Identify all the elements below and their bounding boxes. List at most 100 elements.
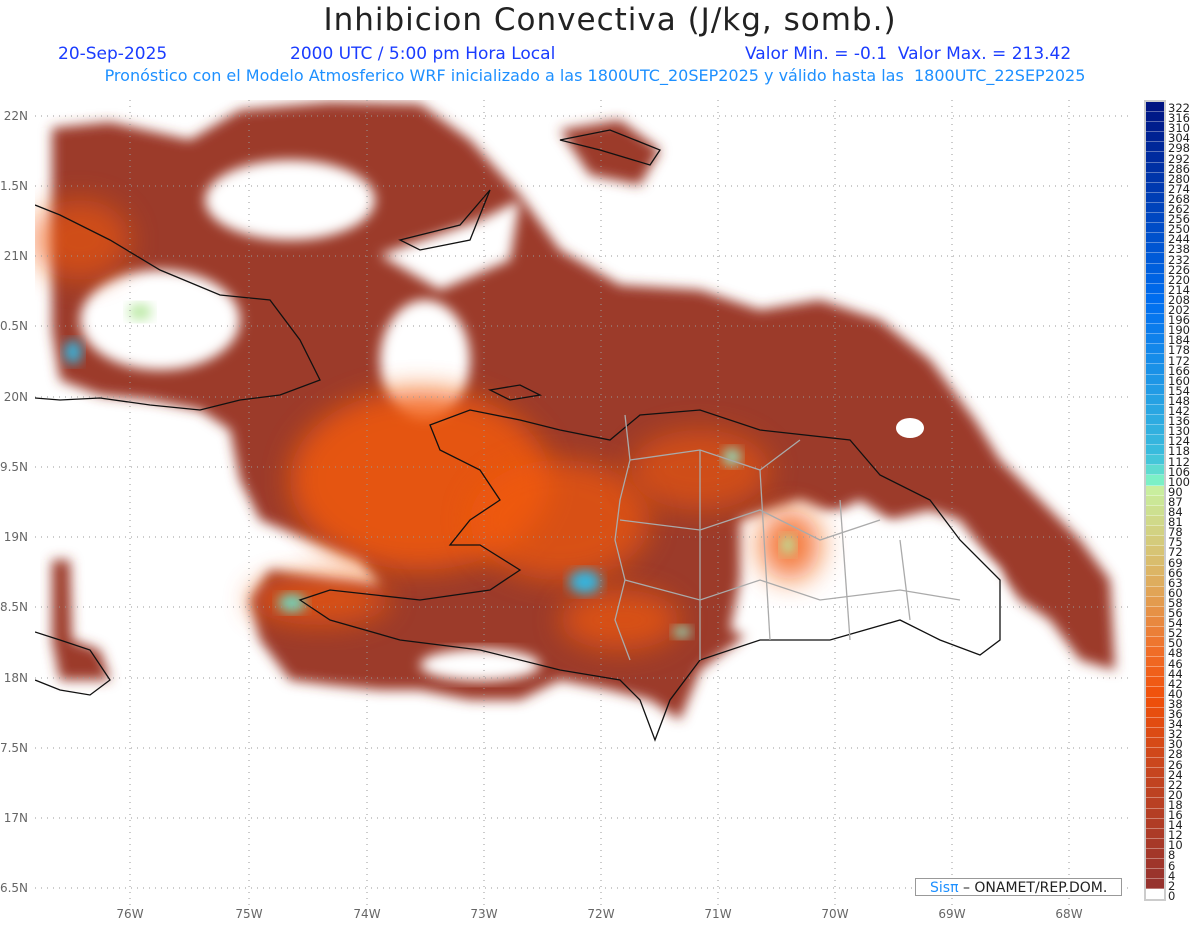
colorbar-bin	[1146, 727, 1164, 738]
colorbar-bin	[1146, 425, 1164, 436]
colorbar-bin	[1146, 313, 1164, 325]
colorbar-bin	[1146, 566, 1164, 577]
colorbar-bin	[1146, 475, 1164, 486]
lat-label: 21N	[4, 249, 28, 263]
cin-field	[35, 102, 1115, 720]
colorbar-bin	[1146, 768, 1164, 779]
colorbar-bin	[1146, 112, 1164, 123]
colorbar-bin	[1146, 455, 1164, 466]
lat-label: 7.5N	[0, 741, 28, 755]
colorbar-bin	[1146, 707, 1164, 718]
colorbar-bin	[1146, 122, 1164, 133]
colorbar-bin	[1146, 364, 1164, 375]
colorbar-bin	[1146, 344, 1164, 355]
colorbar-bin	[1146, 435, 1164, 446]
lat-label: 20N	[4, 390, 28, 404]
lat-label: 18N	[4, 671, 28, 685]
colorbar-bin	[1146, 485, 1164, 496]
colorbar-bin	[1146, 657, 1164, 668]
lon-label: 74W	[353, 907, 380, 921]
colorbar-bin	[1146, 505, 1164, 516]
colorbar-bin	[1146, 495, 1164, 506]
colorbar-bin	[1146, 384, 1164, 395]
colorbar-bin	[1146, 788, 1164, 799]
colorbar-bin	[1146, 556, 1164, 567]
credit-box: Sisπ – ONAMET/REP.DOM.	[915, 878, 1122, 896]
colorbar-bin	[1146, 616, 1164, 627]
colorbar-bin	[1146, 263, 1164, 274]
colorbar-bin	[1146, 667, 1164, 678]
lat-label: 9.5N	[0, 460, 28, 474]
colorbar-bin	[1146, 404, 1164, 415]
colorbar-bin	[1146, 525, 1164, 537]
colorbar-bin	[1146, 687, 1164, 698]
lon-label: 68W	[1055, 907, 1082, 921]
colorbar-bin	[1146, 889, 1164, 900]
colorbar-bin	[1146, 162, 1164, 173]
colorbar-bin	[1146, 445, 1164, 456]
colorbar-bin	[1146, 515, 1164, 526]
colorbar-bin	[1146, 758, 1164, 769]
lon-labels: 76W 75W 74W 73W 72W 71W 70W 69W 68W	[116, 907, 1082, 921]
colorbar	[1144, 100, 1166, 902]
lon-label: 72W	[587, 907, 614, 921]
colorbar-bin	[1146, 737, 1164, 748]
lat-label: 0.5N	[0, 319, 28, 333]
colorbar-bin	[1146, 869, 1164, 880]
colorbar-bin	[1146, 273, 1164, 284]
colorbar-bin	[1146, 414, 1164, 425]
lon-label: 76W	[116, 907, 143, 921]
lon-label: 73W	[470, 907, 497, 921]
colorbar-bin	[1146, 394, 1164, 405]
colorbar-bin	[1146, 647, 1164, 658]
colorbar-bin	[1146, 202, 1164, 214]
lat-label: 17N	[4, 811, 28, 825]
colorbar-bin	[1146, 636, 1164, 648]
colorbar-bin	[1146, 334, 1164, 345]
colorbar-bin	[1146, 879, 1164, 890]
colorbar-bin	[1146, 748, 1164, 759]
colorbar-bin	[1146, 102, 1164, 113]
lon-label: 70W	[821, 907, 848, 921]
colorbar-bin	[1146, 717, 1164, 728]
colorbar-bin	[1146, 152, 1164, 163]
lat-label: 19N	[4, 530, 28, 544]
colorbar-bin	[1146, 283, 1164, 294]
colorbar-bin	[1146, 324, 1164, 335]
colorbar-bin	[1146, 798, 1164, 809]
map-canvas: 76W 75W 74W 73W 72W 71W 70W 69W 68W 22N …	[0, 100, 1130, 921]
colorbar-bin	[1146, 192, 1164, 203]
colorbar-bin	[1146, 303, 1164, 314]
colorbar-bin	[1146, 354, 1164, 365]
colorbar-bin	[1146, 213, 1164, 224]
colorbar-bin	[1146, 132, 1164, 143]
colorbar-bin	[1146, 142, 1164, 153]
colorbar-bin	[1146, 818, 1164, 829]
colorbar-bin	[1146, 606, 1164, 617]
colorbar-bin	[1146, 828, 1164, 839]
colorbar-bin	[1146, 576, 1164, 587]
colorbar-bin	[1146, 172, 1164, 183]
colorbar-bin	[1146, 677, 1164, 688]
colorbar-bin	[1146, 848, 1164, 860]
colorbar-bin	[1146, 374, 1164, 385]
lat-label: 22N	[4, 109, 28, 123]
colorbar-bin	[1146, 223, 1164, 234]
colorbar-bin	[1146, 233, 1164, 244]
colorbar-label: 0	[1168, 888, 1176, 903]
colorbar-bin	[1146, 626, 1164, 637]
colorbar-bin	[1146, 859, 1164, 870]
lat-label: 6.5N	[0, 881, 28, 895]
credit-org: – ONAMET/REP.DOM.	[958, 880, 1108, 896]
colorbar-bin	[1146, 465, 1164, 476]
lon-label: 71W	[704, 907, 731, 921]
lat-label: 8.5N	[0, 600, 28, 614]
colorbar-bin	[1146, 293, 1164, 304]
colorbar-bin	[1146, 808, 1164, 819]
lon-label: 69W	[938, 907, 965, 921]
colorbar-bin	[1146, 536, 1164, 547]
colorbar-bin	[1146, 182, 1164, 193]
colorbar-bin	[1146, 586, 1164, 597]
colorbar-bin	[1146, 243, 1164, 254]
lat-labels: 22N 1.5N 21N 0.5N 20N 9.5N 19N 8.5N 18N …	[0, 109, 28, 895]
